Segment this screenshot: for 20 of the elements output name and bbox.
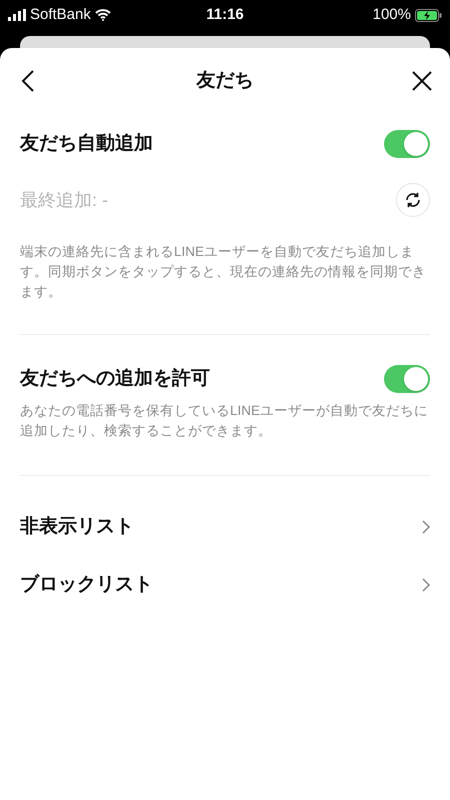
description-text: あなたの電話番号を保有しているLINEユーザーが自動で友だちに追加したり、検索することができます。 [20, 402, 430, 440]
description-text: 端末の連絡先に含まれるLINEユーザーを自動で友だち追加します。同期ボタンをタップすると、現在の連絡先の情報を同期できます。 [20, 243, 427, 301]
toggle-switch[interactable] [384, 130, 430, 158]
screen-title: 友だち [196, 68, 254, 93]
setting-label: 友だち自動追加 [20, 132, 153, 156]
last-added-text: 最終追加: - [20, 188, 108, 212]
signal-icon [8, 9, 26, 21]
list-item[interactable]: ブロックリスト [20, 556, 430, 614]
battery-percent: 100% [372, 4, 411, 25]
chevron-icon [422, 520, 430, 534]
toggle-switch[interactable] [384, 365, 430, 393]
clock-time: 11:16 [206, 4, 244, 25]
carrier-name: SoftBank [30, 4, 91, 25]
close-button[interactable] [410, 69, 434, 93]
wifi-icon [94, 9, 111, 21]
list-item[interactable]: 非表示リスト [20, 498, 430, 556]
chevron-icon [422, 578, 430, 592]
setting-label: 友だちへの追加を許可 [20, 366, 210, 391]
sync-button[interactable] [396, 183, 430, 217]
sync-icon [404, 191, 422, 209]
